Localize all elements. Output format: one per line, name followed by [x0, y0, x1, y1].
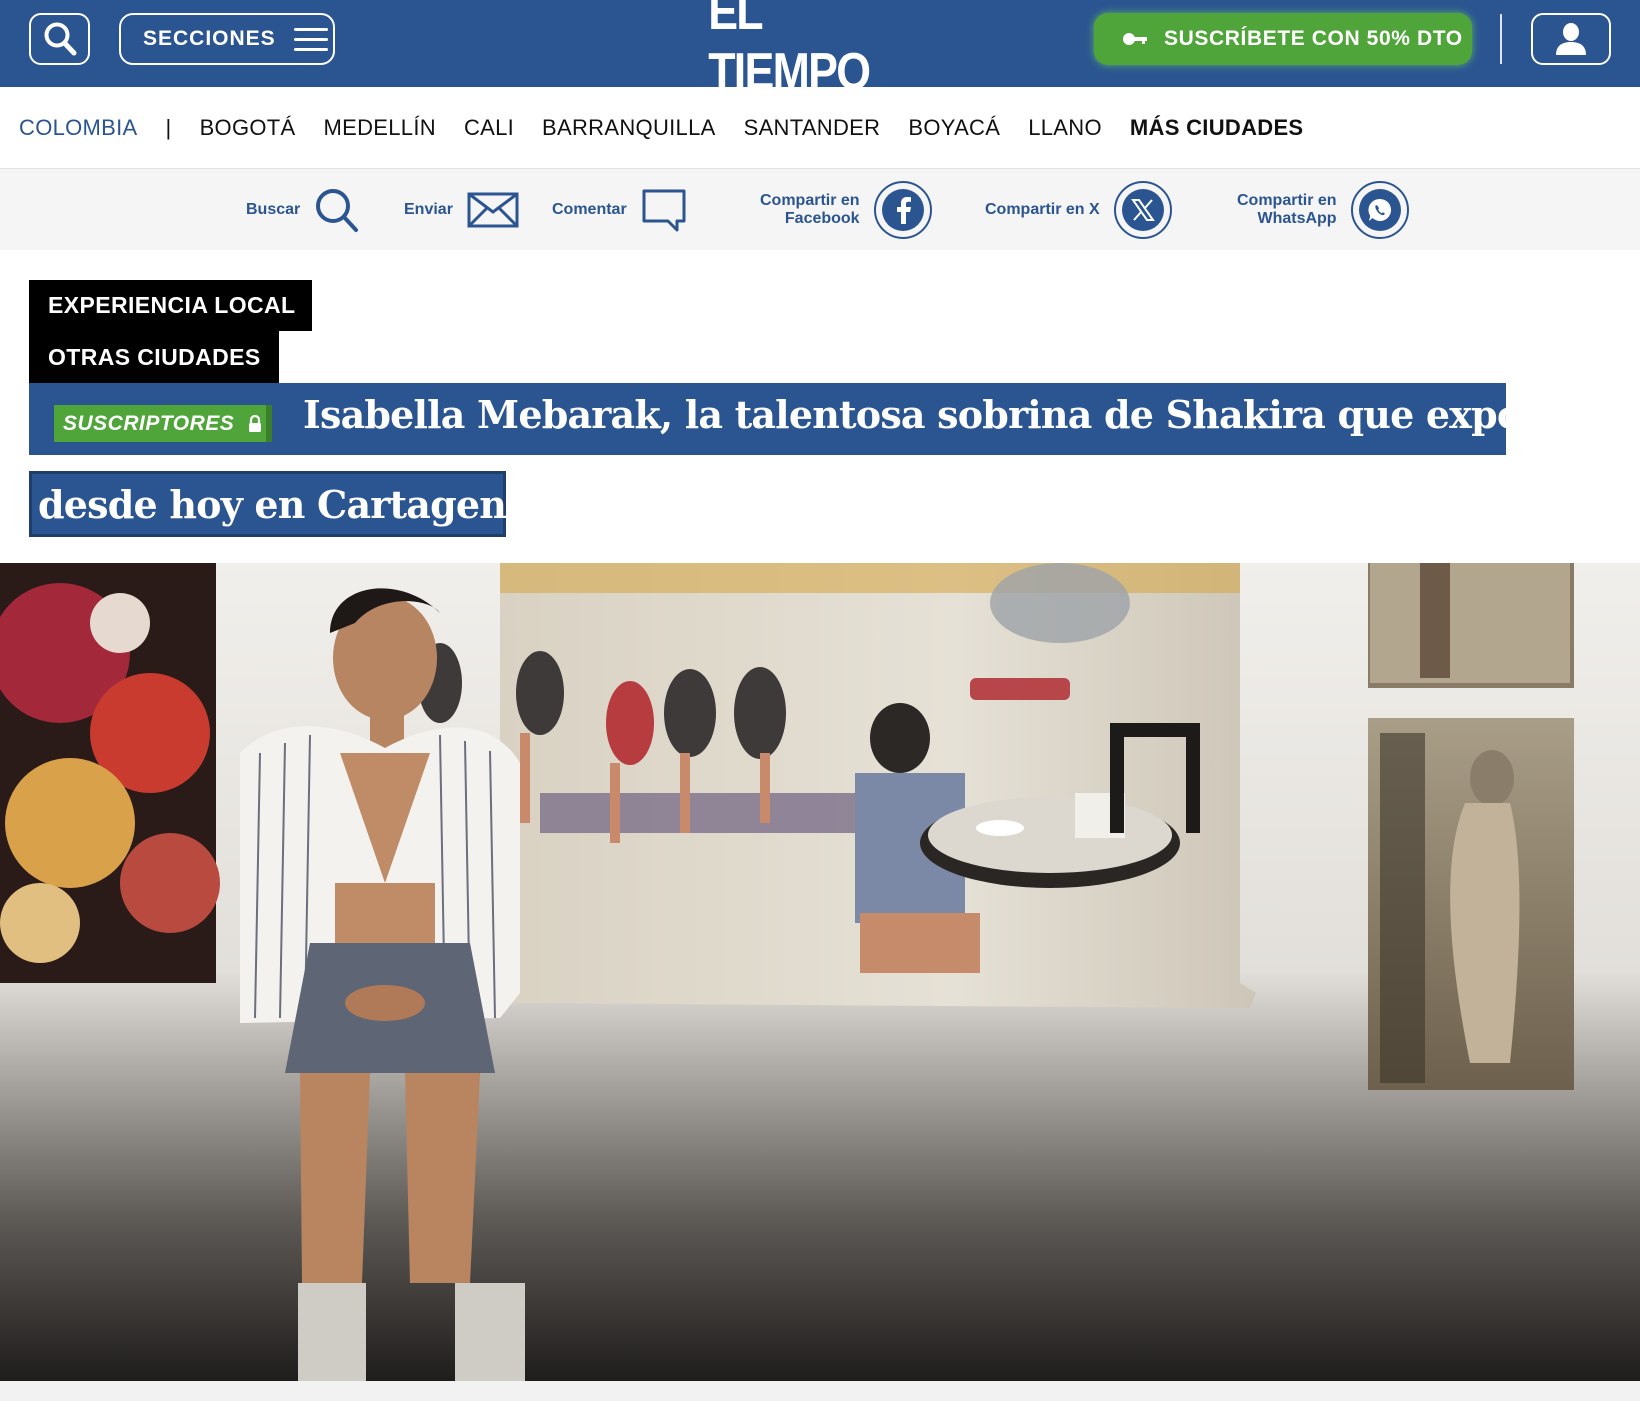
sections-label: SECCIONES	[143, 27, 276, 50]
hero-photo[interactable]	[0, 563, 1640, 1381]
user-account-button[interactable]	[1531, 13, 1611, 65]
nav-item-barranquilla[interactable]: BARRANQUILLA	[542, 115, 716, 141]
headline-line-1-block: SUSCRIPTORES Isabella Mebarak, la talent…	[29, 383, 1572, 455]
nav-item-cali[interactable]: CALI	[464, 115, 514, 141]
subscribe-button[interactable]: SUSCRÍBETE CON 50% DTO	[1094, 13, 1472, 65]
whatsapp-icon-ring	[1350, 180, 1409, 239]
site-logo[interactable]: EL TIEMPO	[708, 0, 932, 101]
hero-photo-illustration	[0, 563, 1640, 1381]
nav-item-colombia[interactable]: COLOMBIA	[19, 115, 138, 141]
hamburger-icon	[293, 27, 328, 51]
share-toolbar: Buscar Enviar Comentar Compartir en Face…	[0, 169, 1640, 250]
share-whatsapp-label: Compartir en WhatsApp	[1237, 192, 1337, 228]
nav-item-bogota[interactable]: BOGOTÁ	[200, 115, 296, 141]
share-x-button[interactable]: Compartir en X	[985, 169, 1172, 250]
share-facebook-label: Compartir en Facebook	[760, 192, 860, 228]
x-icon	[1121, 188, 1164, 231]
share-facebook-label-line2: Facebook	[784, 209, 860, 227]
share-whatsapp-button[interactable]: Compartir en WhatsApp	[1237, 169, 1409, 250]
nav-item-medellin[interactable]: MEDELLÍN	[324, 115, 436, 141]
key-icon	[1123, 33, 1147, 45]
facebook-icon	[881, 188, 924, 231]
headline-line-2-block: desde hoy en Cartagena	[29, 471, 531, 537]
nav-item-llano[interactable]: LLANO	[1028, 115, 1102, 141]
subscribers-badge-label: SUSCRIPTORES	[63, 411, 235, 435]
nav-item-santander[interactable]: SANTANDER	[744, 115, 881, 141]
nav-item-mas-ciudades[interactable]: MÁS CIUDADES	[1130, 115, 1304, 141]
category-tag-otras-ciudades[interactable]: OTRAS CIUDADES	[29, 331, 279, 383]
whatsapp-icon	[1358, 188, 1401, 231]
share-search-button[interactable]: Buscar	[246, 169, 360, 250]
share-email-label: Enviar	[404, 200, 453, 218]
nav-item-boyaca[interactable]: BOYACÁ	[908, 115, 1000, 141]
top-header: SECCIONES EL TIEMPO SUSCRÍBETE CON 50% D…	[0, 0, 1640, 101]
subscribers-badge: SUSCRIPTORES	[54, 405, 272, 442]
city-navigation: COLOMBIA | BOGOTÁ MEDELLÍN CALI BARRANQU…	[0, 87, 1640, 169]
share-comment-button[interactable]: Comentar	[552, 169, 687, 250]
x-icon-ring	[1113, 180, 1172, 239]
facebook-icon-ring	[873, 180, 932, 239]
sections-menu-button[interactable]: SECCIONES	[119, 13, 335, 65]
share-whatsapp-label-line2: WhatsApp	[1257, 209, 1337, 227]
envelope-icon	[467, 192, 519, 227]
lock-icon	[249, 415, 262, 432]
search-icon	[316, 188, 359, 232]
share-whatsapp-label-line1: Compartir en	[1237, 191, 1337, 209]
user-icon	[1556, 23, 1586, 55]
share-x-label: Compartir en X	[985, 200, 1100, 218]
share-email-button[interactable]: Enviar	[404, 169, 519, 250]
headline-gap	[29, 456, 506, 471]
share-search-label: Buscar	[246, 200, 301, 218]
search-icon	[44, 22, 76, 56]
subscribe-label: SUSCRÍBETE CON 50% DTO	[1164, 27, 1463, 50]
category-tag-experiencia-local[interactable]: EXPERIENCIA LOCAL	[29, 280, 312, 331]
hero-caption-strip	[0, 1381, 1640, 1401]
comment-icon	[642, 189, 686, 231]
share-facebook-label-line1: Compartir en	[760, 191, 860, 209]
header-divider	[1500, 14, 1502, 64]
header-search-button[interactable]	[29, 13, 90, 65]
share-facebook-button[interactable]: Compartir en Facebook	[760, 169, 932, 250]
article-headline-line-1: Isabella Mebarak, la talentosa sobrina d…	[303, 392, 1572, 437]
nav-separator: |	[165, 114, 172, 140]
article-headline-line-2: desde hoy en Cartagena	[38, 481, 531, 527]
share-comment-label: Comentar	[552, 200, 627, 218]
